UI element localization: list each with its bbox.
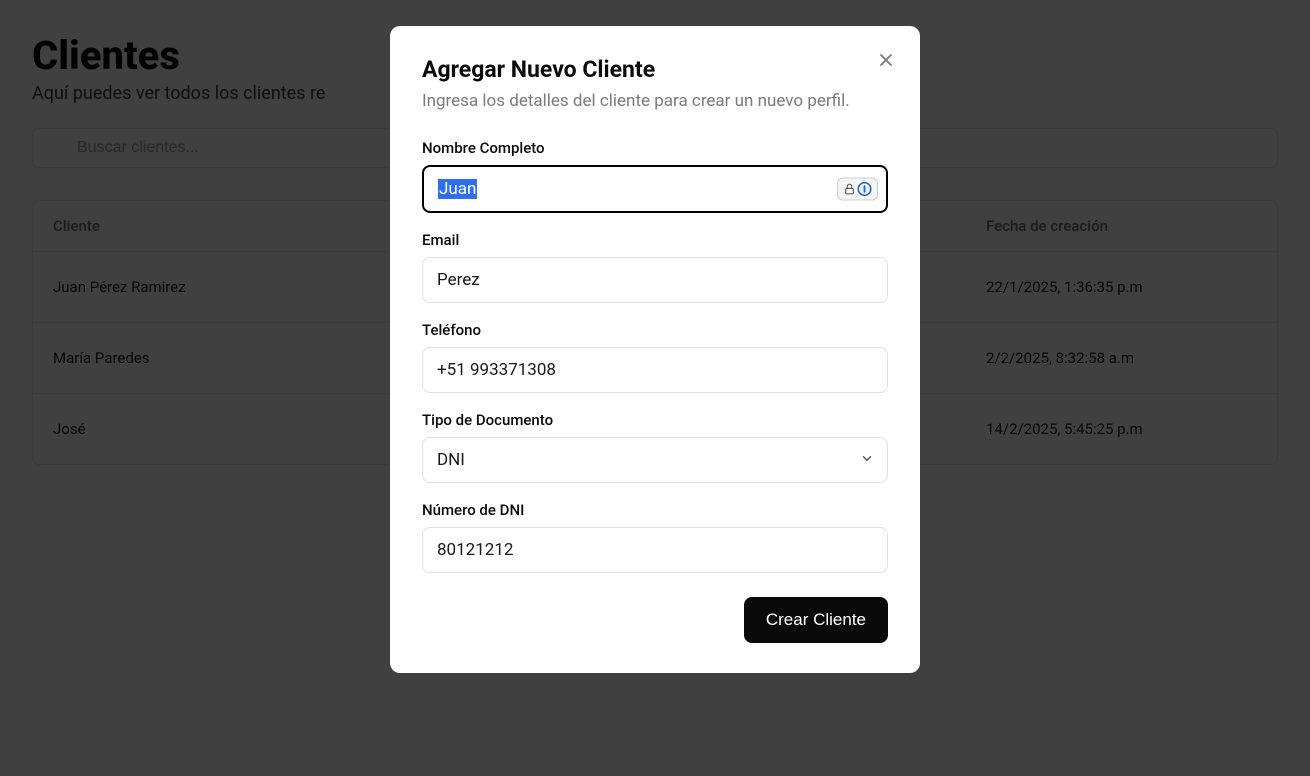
nombre-selected-text: Juan — [438, 179, 477, 199]
modal-overlay[interactable]: Agregar Nuevo Cliente Ingresa los detall… — [0, 0, 1310, 776]
nombre-label: Nombre Completo — [422, 139, 888, 157]
close-button[interactable] — [874, 48, 898, 72]
add-client-dialog: Agregar Nuevo Cliente Ingresa los detall… — [390, 26, 920, 673]
dialog-subtitle: Ingresa los detalles del cliente para cr… — [422, 89, 888, 115]
tipo-doc-label: Tipo de Documento — [422, 411, 888, 429]
dialog-title: Agregar Nuevo Cliente — [422, 56, 888, 83]
close-icon — [876, 50, 896, 70]
password-manager-badge[interactable] — [837, 177, 878, 200]
numero-dni-label: Número de DNI — [422, 501, 888, 519]
lock-icon — [843, 182, 856, 195]
telefono-label: Teléfono — [422, 321, 888, 339]
create-client-button[interactable]: Crear Cliente — [744, 597, 888, 643]
email-input[interactable] — [422, 257, 888, 303]
numero-dni-input[interactable] — [422, 527, 888, 573]
onepassword-icon — [857, 181, 872, 196]
tipo-doc-select[interactable]: DNI — [422, 437, 888, 483]
email-label: Email — [422, 231, 888, 249]
nombre-input[interactable]: Juan — [422, 165, 888, 213]
telefono-input[interactable] — [422, 347, 888, 393]
